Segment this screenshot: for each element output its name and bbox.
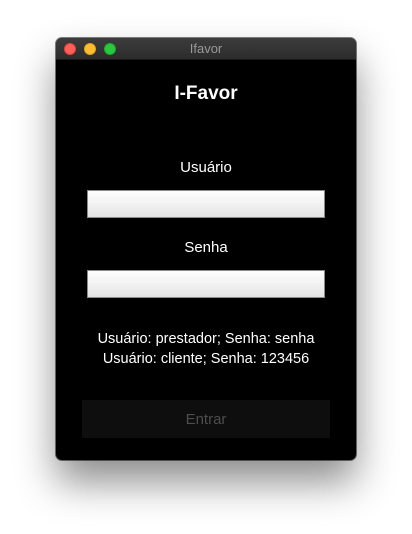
credentials-hint-cliente: Usuário: cliente; Senha: 123456 xyxy=(102,351,310,367)
title-bar[interactable]: Ifavor xyxy=(56,38,356,60)
credentials-hint-prestador: Usuário: prestador; Senha: senha xyxy=(97,331,315,347)
app-window: Ifavor I-Favor Usuário Senha Usuário: pr… xyxy=(56,38,356,460)
username-label: Usuário xyxy=(180,159,232,176)
enter-button[interactable]: Entrar xyxy=(82,400,330,438)
password-input[interactable] xyxy=(87,270,325,298)
password-label: Senha xyxy=(184,239,228,256)
window-title: Ifavor xyxy=(189,41,223,56)
page-title: I-Favor xyxy=(174,83,238,104)
username-input[interactable] xyxy=(87,190,325,218)
